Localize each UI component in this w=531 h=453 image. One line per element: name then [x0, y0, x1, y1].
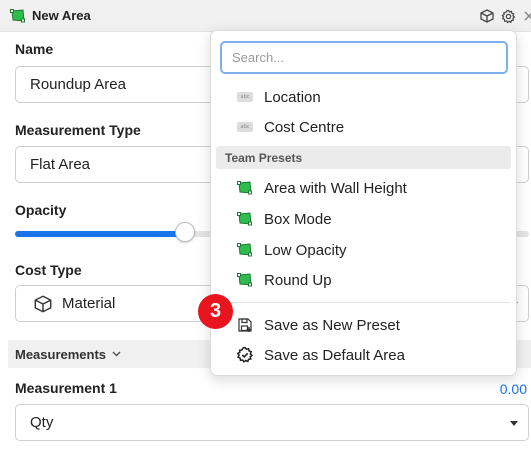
cost-type-label: Cost Type [15, 262, 82, 278]
measurements-section-label: Measurements [15, 346, 107, 362]
area-polygon-icon [236, 210, 254, 228]
name-value: Roundup Area [30, 76, 126, 93]
menu-divider [219, 302, 510, 303]
preset-item-box-mode[interactable]: Box Mode [211, 204, 516, 234]
action-label: Save as Default Area [264, 346, 405, 364]
area-polygon-icon [236, 179, 254, 197]
gear-icon[interactable] [500, 8, 516, 24]
opacity-slider-thumb[interactable] [174, 222, 195, 242]
preset-item-label: Box Mode [264, 210, 332, 228]
measurement-1-unit-value: Qty [30, 414, 54, 431]
menu-item-cost-centre[interactable]: abc Cost Centre [211, 112, 516, 142]
menu-item-label: Location [264, 88, 321, 106]
save-as-default-area-button[interactable]: Save as Default Area [211, 340, 516, 370]
chevron-down-icon [112, 351, 121, 357]
area-polygon-icon [236, 271, 254, 289]
cube-icon [34, 295, 52, 317]
chevron-down-icon [510, 421, 518, 426]
name-label: Name [15, 41, 54, 57]
panel-header: New Area [0, 0, 531, 32]
panel-title: New Area [32, 8, 91, 23]
cost-type-value: Material [62, 295, 116, 312]
measurement-type-value: Flat Area [30, 156, 91, 173]
area-polygon-icon [236, 241, 254, 259]
save-preset-icon [236, 316, 254, 334]
measurement-type-label: Measurement Type [15, 122, 141, 138]
save-as-new-preset-button[interactable]: Save as New Preset [211, 310, 516, 340]
search-placeholder: Search... [232, 50, 285, 65]
preset-dropdown-menu: Search... abc Location abc Cost Centre T… [210, 30, 517, 376]
preset-item-label: Round Up [264, 271, 332, 289]
preset-item-area-with-wall-height[interactable]: Area with Wall Height [211, 173, 516, 203]
search-input[interactable]: Search... [220, 41, 508, 74]
preset-item-label: Area with Wall Height [264, 179, 407, 197]
abc-field-icon: abc [236, 88, 254, 106]
gear-check-icon [236, 346, 254, 364]
area-polygon-icon [10, 8, 26, 23]
preset-item-round-up[interactable]: Round Up [211, 265, 516, 295]
step-annotation-badge: 3 [198, 294, 233, 329]
abc-field-icon: abc [236, 118, 254, 136]
measurement-1-value: 0.00 [499, 381, 527, 397]
opacity-slider-fill [15, 231, 185, 237]
cube-icon[interactable] [479, 8, 495, 24]
menu-item-location[interactable]: abc Location [211, 82, 516, 112]
menu-item-label: Cost Centre [264, 118, 345, 136]
measurement-1-unit-select[interactable]: Qty [15, 404, 529, 441]
opacity-label: Opacity [15, 202, 67, 218]
measurement-1-label: Measurement 1 [15, 380, 117, 396]
preset-item-low-opacity[interactable]: Low Opacity [211, 235, 516, 265]
action-label: Save as New Preset [264, 316, 400, 334]
close-icon[interactable] [521, 8, 531, 24]
team-presets-header: Team Presets [216, 146, 511, 169]
preset-item-label: Low Opacity [264, 241, 347, 259]
